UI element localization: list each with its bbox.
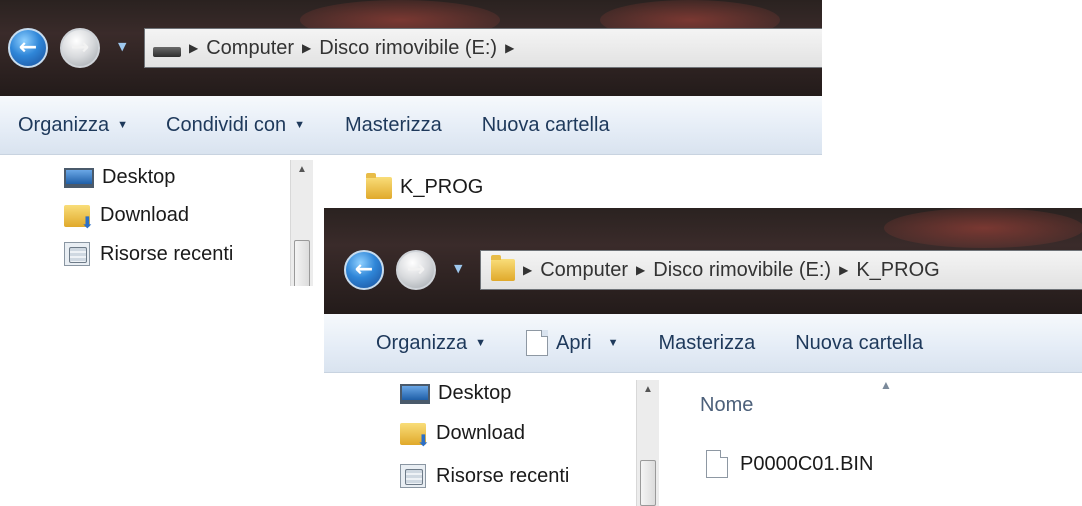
scroll-thumb[interactable]	[294, 240, 310, 286]
burn-label: Masterizza	[658, 331, 756, 354]
breadcrumb-separator-icon[interactable]: ▶	[636, 263, 645, 277]
downloads-folder-icon	[64, 204, 94, 232]
nav-item-label: Download	[436, 422, 525, 444]
navigation-pane: Desktop Download Risorse recenti ▲	[0, 154, 322, 286]
aero-glow	[884, 208, 1082, 248]
scroll-thumb[interactable]	[640, 460, 656, 506]
removable-drive-icon	[153, 47, 181, 57]
chevron-down-icon: ▼	[607, 337, 619, 349]
breadcrumb-computer[interactable]: Computer	[206, 37, 294, 60]
document-icon	[526, 330, 549, 356]
organize-button[interactable]: Organizza ▼	[18, 114, 128, 137]
burn-button[interactable]: Masterizza	[659, 332, 756, 355]
nav-item-label: Download	[100, 204, 189, 226]
titlebar: ← → ▼ ▶ Computer ▶ Disco rimovibile (E:)…	[324, 208, 1082, 314]
arrow-left-icon: ←	[354, 257, 374, 282]
burn-label: Masterizza	[345, 113, 442, 136]
open-button[interactable]: Apri ▼	[526, 330, 619, 356]
back-button[interactable]: ←	[344, 250, 384, 290]
address-bar[interactable]: ▶ Computer ▶ Disco rimovibile (E:) ▶ K_P…	[480, 250, 1082, 290]
nav-item-download[interactable]: Download	[64, 204, 189, 232]
breadcrumb-separator-icon[interactable]: ▶	[839, 263, 848, 277]
breadcrumb-separator-icon[interactable]: ▶	[523, 263, 532, 277]
arrow-right-icon: →	[70, 35, 90, 60]
explorer-window-front: ← → ▼ ▶ Computer ▶ Disco rimovibile (E:)…	[324, 208, 1082, 506]
item-name: P0000C01.BIN	[740, 452, 874, 475]
nav-item-download[interactable]: Download	[400, 422, 525, 450]
breadcrumb-separator-icon[interactable]: ▶	[505, 41, 514, 55]
open-label: Apri	[556, 331, 592, 354]
arrow-left-icon: ←	[18, 35, 38, 60]
nav-item-label: Desktop	[102, 166, 176, 188]
nav-item-recent-places[interactable]: Risorse recenti	[400, 464, 569, 488]
chevron-down-icon: ▼	[117, 119, 129, 131]
sort-ascending-icon: ▲	[880, 378, 892, 392]
organize-label: Organizza	[18, 113, 110, 136]
desktop-icon	[400, 383, 430, 404]
new-folder-button[interactable]: Nuova cartella	[795, 332, 923, 355]
organize-label: Organizza	[376, 331, 468, 354]
scroll-up-icon[interactable]: ▲	[291, 160, 313, 180]
recent-places-icon	[400, 464, 426, 488]
desktop-icon	[64, 167, 94, 188]
recent-places-icon	[64, 242, 90, 266]
nav-item-label: Desktop	[438, 382, 512, 404]
list-item[interactable]: P0000C01.BIN	[706, 450, 873, 478]
chevron-down-icon: ▼	[294, 119, 306, 131]
titlebar: ← → ▼ ▶ Computer ▶ Disco rimovibile (E:)…	[0, 0, 822, 96]
nav-scrollbar[interactable]: ▲	[290, 160, 313, 286]
burn-button[interactable]: Masterizza	[345, 114, 442, 137]
organize-button[interactable]: Organizza ▼	[376, 332, 486, 355]
file-list: ▲ Nome P0000C01.BIN	[684, 372, 1082, 506]
new-folder-button[interactable]: Nuova cartella	[482, 114, 610, 137]
breadcrumb-removable-disk[interactable]: Disco rimovibile (E:)	[319, 37, 497, 60]
share-with-button[interactable]: Condividi con ▼	[166, 114, 305, 137]
list-item[interactable]: K_PROG	[366, 172, 484, 199]
breadcrumb-separator-icon[interactable]: ▶	[302, 41, 311, 55]
new-folder-label: Nuova cartella	[795, 331, 924, 354]
navigation-pane: Desktop Download Risorse recenti ▲	[324, 372, 668, 506]
folder-icon	[491, 255, 515, 281]
file-icon	[706, 450, 728, 478]
address-bar[interactable]: ▶ Computer ▶ Disco rimovibile (E:) ▶	[144, 28, 822, 68]
breadcrumb-removable-disk[interactable]: Disco rimovibile (E:)	[653, 259, 831, 282]
item-name: K_PROG	[400, 176, 484, 198]
history-dropdown-icon[interactable]: ▼	[454, 262, 462, 275]
nav-item-label: Risorse recenti	[100, 242, 234, 265]
downloads-folder-icon	[400, 422, 430, 450]
forward-button[interactable]: →	[60, 28, 100, 68]
back-button[interactable]: ←	[8, 28, 48, 68]
chevron-down-icon: ▼	[475, 337, 487, 349]
forward-button[interactable]: →	[396, 250, 436, 290]
arrow-right-icon: →	[406, 257, 426, 282]
nav-scrollbar[interactable]: ▲	[636, 380, 659, 506]
new-folder-label: Nuova cartella	[481, 113, 610, 136]
nav-item-desktop[interactable]: Desktop	[400, 382, 511, 405]
column-header-name[interactable]: Nome	[700, 394, 753, 417]
command-bar: Organizza ▼ Apri ▼ Masterizza Nuova cart…	[324, 314, 1082, 373]
breadcrumb-separator-icon[interactable]: ▶	[189, 41, 198, 55]
nav-item-label: Risorse recenti	[436, 464, 570, 487]
scroll-up-icon[interactable]: ▲	[637, 380, 659, 400]
nav-item-recent-places[interactable]: Risorse recenti	[64, 242, 233, 266]
command-bar: Organizza ▼ Condividi con ▼ Masterizza N…	[0, 96, 822, 155]
nav-item-desktop[interactable]: Desktop	[64, 166, 175, 189]
breadcrumb-k-prog[interactable]: K_PROG	[856, 259, 939, 282]
breadcrumb-computer[interactable]: Computer	[540, 259, 628, 282]
share-with-label: Condividi con	[166, 113, 287, 136]
folder-icon	[366, 172, 392, 199]
history-dropdown-icon[interactable]: ▼	[118, 40, 126, 53]
